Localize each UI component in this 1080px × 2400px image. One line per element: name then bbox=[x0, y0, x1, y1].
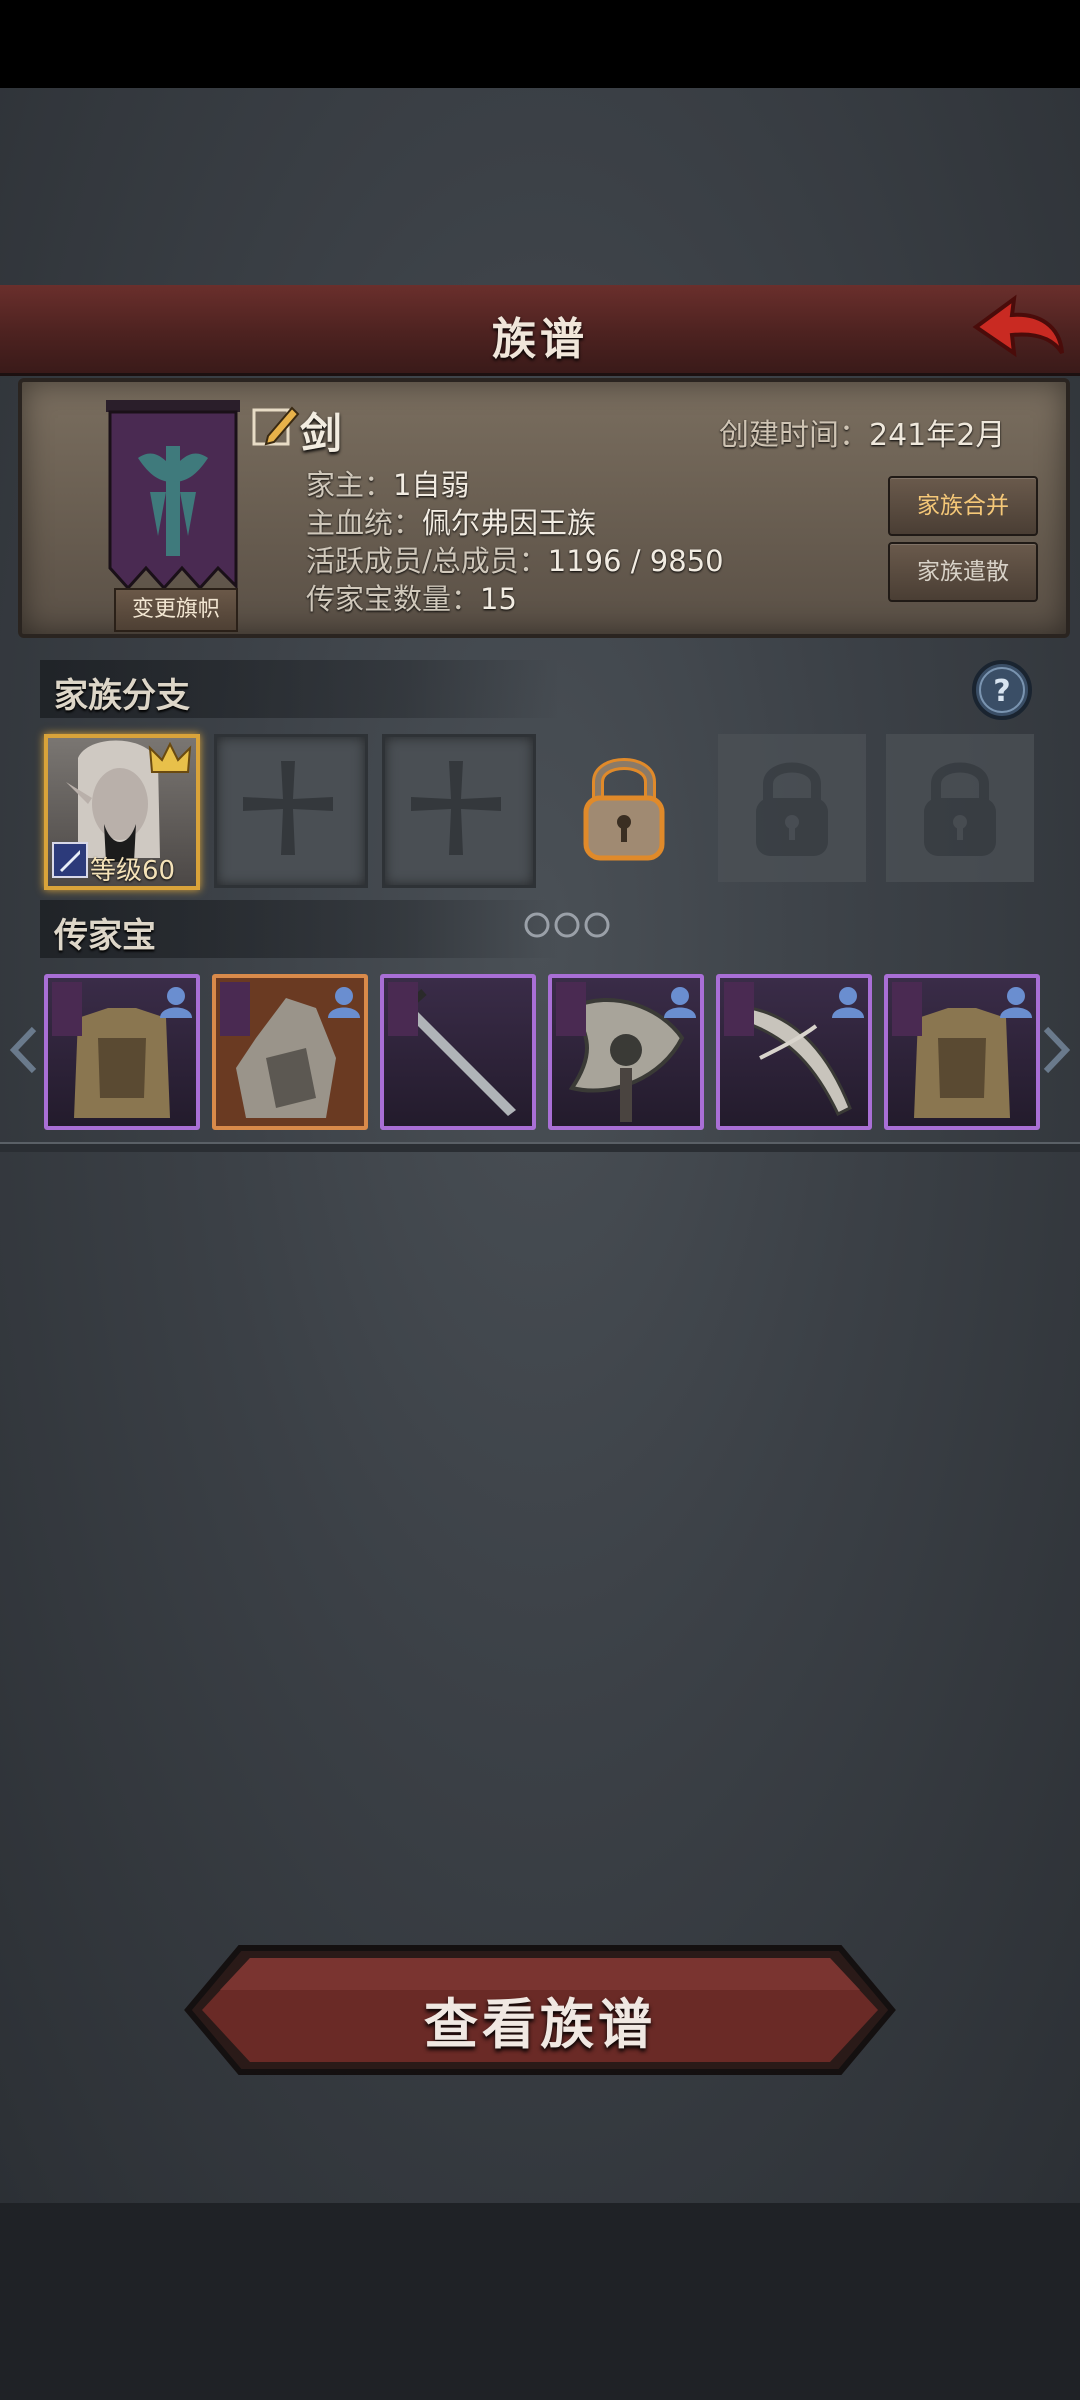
golem-icon bbox=[216, 978, 364, 1126]
creation-time: 创建时间：241年2月 bbox=[719, 410, 1005, 454]
bloodline-label: 主血统： bbox=[306, 506, 423, 540]
branch-slot-locked[interactable] bbox=[886, 734, 1034, 882]
heirloom-item[interactable] bbox=[380, 974, 536, 1130]
scroll-left-arrow[interactable] bbox=[8, 1025, 40, 1075]
svg-text:?: ? bbox=[993, 674, 1010, 709]
change-flag-button[interactable]: 变更旗帜 bbox=[114, 588, 238, 632]
creation-time-value: 241年2月 bbox=[869, 418, 1006, 453]
title-bar: 族谱 bbox=[0, 285, 1080, 376]
members-value: 1196 / 9850 bbox=[547, 544, 724, 578]
edit-icon[interactable] bbox=[250, 402, 300, 452]
heirloom-count-label: 传家宝数量： bbox=[306, 582, 481, 616]
heirloom-item[interactable] bbox=[716, 974, 872, 1130]
heirloom-item[interactable] bbox=[548, 974, 704, 1130]
crown-icon bbox=[148, 742, 192, 773]
heirloom-count-value: 15 bbox=[480, 582, 517, 616]
branch-leader-portrait[interactable]: 等级60 bbox=[44, 734, 200, 890]
family-info-panel: 变更旗帜 剑 创建时间：241年2月 家主：1自弱 主血统：佩尔弗因王族 活跃成… bbox=[18, 378, 1070, 638]
leader-value: 1自弱 bbox=[393, 468, 470, 502]
section-divider bbox=[0, 1142, 1080, 1152]
branch-slot-empty[interactable] bbox=[382, 734, 536, 888]
bloodline-line: 主血统：佩尔弗因王族 bbox=[306, 500, 596, 542]
view-family-tree-button[interactable]: 查看族谱 bbox=[180, 1940, 900, 2080]
branch-slot-locked[interactable] bbox=[718, 734, 866, 882]
help-icon[interactable]: ? bbox=[970, 658, 1034, 722]
family-banner bbox=[106, 400, 240, 591]
heirloom-item[interactable] bbox=[44, 974, 200, 1130]
cross-emblem-icon bbox=[411, 761, 501, 855]
family-name: 剑 bbox=[300, 409, 343, 458]
bloodline-value: 佩尔弗因王族 bbox=[422, 506, 597, 540]
scimitar-icon bbox=[724, 982, 864, 1117]
heirloom-count-line: 传家宝数量：15 bbox=[306, 576, 517, 618]
heirloom-item[interactable] bbox=[884, 974, 1040, 1130]
leader-line: 家主：1自弱 bbox=[306, 462, 469, 504]
view-family-tree-label: 查看族谱 bbox=[424, 1993, 656, 2056]
sword-icon bbox=[388, 982, 516, 1116]
leader-level: 等级60 bbox=[90, 856, 176, 886]
back-arrow-icon[interactable] bbox=[968, 293, 1068, 367]
bottom-bar bbox=[0, 2203, 1080, 2400]
padlock-icon bbox=[583, 758, 665, 861]
armor-icon bbox=[892, 982, 1032, 1118]
branches-title: 家族分支 bbox=[54, 676, 190, 716]
family-merge-button[interactable]: 家族合并 bbox=[888, 476, 1038, 536]
members-label: 活跃成员/总成员： bbox=[306, 544, 548, 578]
branch-slot-unlockable[interactable] bbox=[550, 734, 698, 882]
heirloom-item[interactable] bbox=[212, 974, 368, 1130]
members-line: 活跃成员/总成员：1196 / 9850 bbox=[306, 538, 724, 580]
heirloom-header: 传家宝 bbox=[40, 900, 560, 958]
leader-label: 家主： bbox=[306, 468, 394, 502]
family-disband-button[interactable]: 家族遣散 bbox=[888, 542, 1038, 602]
page-title: 族谱 bbox=[492, 314, 588, 365]
padlock-icon bbox=[924, 762, 996, 856]
branch-slot-empty[interactable] bbox=[214, 734, 368, 888]
cross-emblem-icon bbox=[243, 761, 333, 855]
scroll-right-arrow[interactable] bbox=[1040, 1025, 1072, 1075]
page-indicator bbox=[524, 912, 610, 938]
axe-icon bbox=[556, 982, 696, 1122]
padlock-icon bbox=[756, 762, 828, 856]
armor-icon bbox=[52, 982, 192, 1118]
heirloom-title: 传家宝 bbox=[54, 916, 156, 956]
branches-header: 家族分支 bbox=[40, 660, 560, 718]
sword-class-icon bbox=[52, 842, 88, 878]
creation-time-label: 创建时间： bbox=[719, 418, 869, 453]
